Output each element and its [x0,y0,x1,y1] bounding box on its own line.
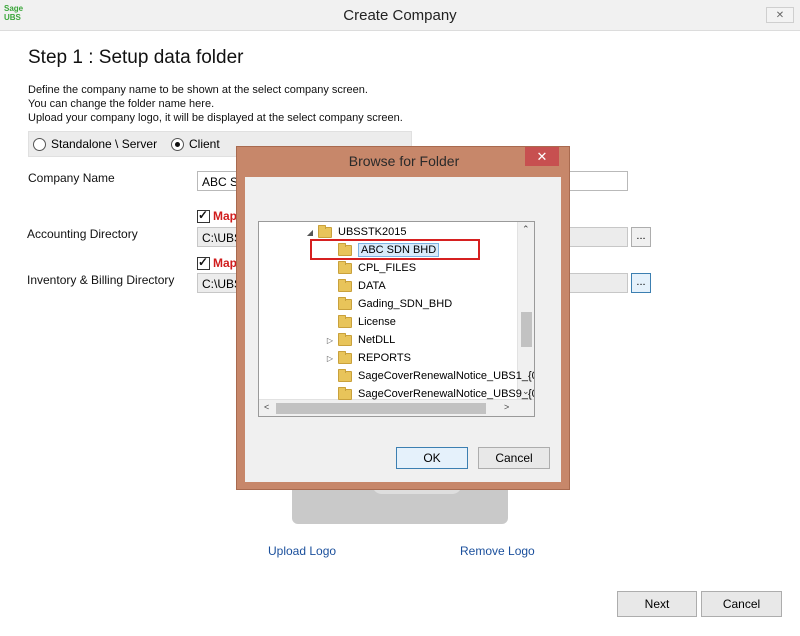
map-label-accounting: Map [213,209,237,223]
map-checkbox-inventory[interactable]: Map [197,255,237,270]
folder-icon [338,296,352,310]
checkbox-icon[interactable] [197,208,210,223]
expand-arrow-icon[interactable]: ◢ [305,228,315,237]
cancel-button[interactable]: Cancel [701,591,782,617]
company-name-label: Company Name [28,171,115,185]
scroll-up-icon[interactable]: ⌃ [522,224,530,235]
tree-item[interactable]: CPL_FILES [325,259,416,277]
inventory-directory-label: Inventory & Billing Directory [27,273,175,287]
folder-icon [338,368,352,382]
folder-icon [338,260,352,274]
scroll-left-icon[interactable]: < [264,402,269,412]
tree-item-label: REPORTS [358,352,411,364]
radio-standalone-label: Standalone \ Server [51,137,158,151]
dialog-close-button[interactable]: ✕ [525,147,559,166]
upload-logo-link[interactable]: Upload Logo [268,544,336,558]
step-description: Define the company name to be shown at t… [28,83,403,125]
remove-logo-link[interactable]: Remove Logo [460,544,535,558]
folder-icon [338,350,352,364]
folder-icon [338,386,352,400]
map-checkbox-accounting[interactable]: Map [197,208,237,223]
description-line-3: Upload your company logo, it will be dis… [28,112,403,124]
expand-arrow-icon[interactable]: ▷ [325,336,335,345]
tree-item-label: License [358,316,396,328]
expand-arrow-icon[interactable]: ▷ [325,354,335,363]
close-icon[interactable]: ✕ [766,7,794,23]
map-label-inventory: Map [213,256,237,270]
folder-icon [338,278,352,292]
radio-client-circle[interactable] [171,137,184,151]
folder-icon [338,332,352,346]
radio-standalone-circle[interactable] [33,137,46,151]
tree-item[interactable]: License [325,313,396,331]
tree-item[interactable]: ▷ REPORTS [325,349,411,367]
checkbox-icon[interactable] [197,255,210,270]
tree-item-label: Gading_SDN_BHD [358,298,453,310]
radio-standalone[interactable]: Standalone \ Server [33,137,157,151]
dialog-title: Browse for Folder [348,153,460,169]
browse-folder-dialog: Browse for Folder ✕ ⌃ ⌄ < > ◢ UBSSTK2015 A… [236,146,570,490]
title-bar: Sage UBS Create Company ✕ [0,0,800,31]
description-line-2: You can change the folder name here. [28,98,215,110]
close-glyph: ✕ [775,9,785,21]
tree-item-label: DATA [358,280,386,292]
accounting-directory-label: Accounting Directory [27,227,138,241]
tree-item-label: UBSSTK2015 [338,226,407,238]
tree-item[interactable]: SageCoverRenewalNotice_UBS1_{0 [325,367,535,385]
tree-item-label: CPL_FILES [358,262,417,274]
tree-item-label: SageCoverRenewalNotice_UBS1_{0 [358,370,535,382]
dialog-body: ⌃ ⌄ < > ◢ UBSSTK2015 ABC SDN BHD CPL_FILES D… [245,177,561,482]
horizontal-scroll-thumb[interactable] [276,403,486,414]
inventory-browse-button[interactable]: ... [631,273,651,293]
tree-item[interactable]: SageCoverRenewalNotice_UBS9_{0 [325,385,535,403]
tree-item[interactable]: DATA [325,277,386,295]
step-title: Step 1 : Setup data folder [28,47,244,68]
tree-item[interactable]: ▷ NetDLL [325,331,395,349]
tree-item-label: NetDLL [358,334,396,346]
vertical-scroll-thumb[interactable] [521,312,532,347]
description-line-1: Define the company name to be shown at t… [28,84,368,96]
dialog-ok-button[interactable]: OK [396,447,468,469]
folder-icon [338,314,352,328]
next-button[interactable]: Next [617,591,697,617]
radio-client-label: Client [189,137,220,151]
accounting-browse-button[interactable]: ... [631,227,651,247]
tree-item[interactable]: Gading_SDN_BHD [325,295,452,313]
dialog-cancel-button[interactable]: Cancel [478,447,550,469]
radio-client[interactable]: Client [171,137,220,151]
red-highlight-box [310,239,480,260]
scroll-right-icon[interactable]: > [504,402,509,412]
tree-item-label: SageCoverRenewalNotice_UBS9_{0 [358,388,535,400]
window-title: Create Company [343,7,457,24]
folder-icon [318,224,332,238]
